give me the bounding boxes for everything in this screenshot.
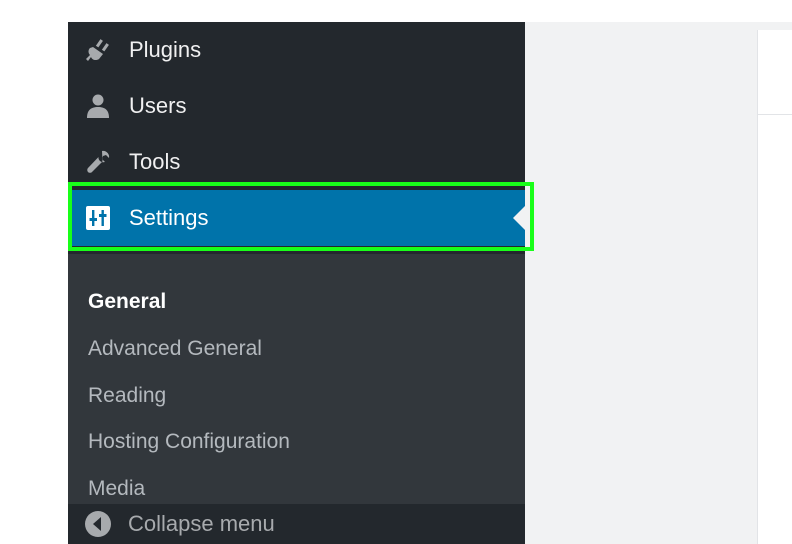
- content-panel: [757, 30, 792, 544]
- sidebar-item-label: Users: [129, 93, 187, 118]
- main-content-area: [525, 22, 792, 544]
- sidebar-item-label: Settings: [129, 205, 209, 230]
- collapse-arrow-icon: [84, 510, 112, 538]
- wrench-icon: [83, 147, 113, 177]
- submenu-item-reading[interactable]: Reading: [88, 384, 166, 408]
- submenu-item-general[interactable]: General: [88, 290, 166, 314]
- sidebar-item-label: Plugins: [129, 37, 202, 62]
- submenu-item-advanced-general[interactable]: Advanced General: [88, 337, 262, 361]
- content-divider: [758, 114, 792, 115]
- active-indicator-arrow: [513, 206, 525, 230]
- submenu-item-media[interactable]: Media: [88, 477, 145, 501]
- settings-submenu: General Advanced General Reading Hosting…: [68, 254, 525, 504]
- collapse-menu-button[interactable]: Collapse menu: [68, 504, 525, 544]
- admin-sidebar: Plugins Users Tools Settings General Adv…: [68, 22, 525, 544]
- settings-sliders-icon: [83, 203, 113, 233]
- submenu-item-hosting-configuration[interactable]: Hosting Configuration: [88, 430, 290, 454]
- sidebar-item-plugins[interactable]: Plugins: [68, 22, 525, 78]
- sidebar-item-users[interactable]: Users: [68, 78, 525, 134]
- user-icon: [83, 91, 113, 121]
- collapse-menu-label: Collapse menu: [128, 511, 275, 536]
- sidebar-item-label: Tools: [129, 149, 181, 174]
- plugin-icon: [83, 35, 113, 65]
- sidebar-item-tools[interactable]: Tools: [68, 134, 525, 190]
- sidebar-item-settings[interactable]: Settings: [68, 190, 525, 246]
